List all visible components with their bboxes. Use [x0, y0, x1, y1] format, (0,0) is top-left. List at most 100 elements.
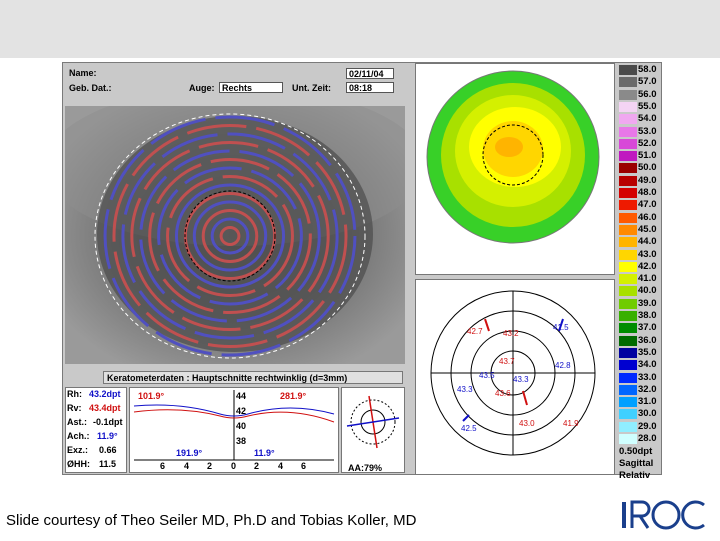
scale-mode: Sagittal [619, 458, 654, 470]
scale-label: 40.0 [638, 285, 657, 297]
scale-swatch [619, 372, 637, 383]
rv-label: Rv: [67, 403, 82, 413]
scale-swatch [619, 65, 637, 75]
placido-rings-graphic [65, 106, 405, 364]
time-field[interactable]: 08:18 [346, 82, 394, 93]
scale-swatch [619, 237, 637, 248]
topography-window: Name: Geb. Dat.: Auge: Rechts 02/11/04 U… [62, 62, 662, 481]
scale-label: 39.0 [638, 297, 657, 309]
angle-blue-right: 11.9° [254, 448, 275, 458]
scale-swatch [619, 212, 637, 223]
axis-mini-dial: AA:79% [341, 387, 405, 473]
k-value-red: 42.7 [467, 327, 483, 336]
ast-value: -0.1dpt [93, 417, 123, 427]
rh-value: 43.2dpt [89, 389, 121, 399]
k-value-blue: 42.8 [555, 361, 571, 370]
scale-swatch [619, 286, 637, 297]
name-label: Name: [69, 68, 97, 78]
aa-value: AA:79% [348, 463, 383, 473]
slide-credit: Slide courtesy of Theo Seiler MD, Ph.D a… [6, 512, 417, 529]
profile-xtick: 4 [278, 461, 284, 471]
scale-swatch [619, 298, 637, 309]
ast-label: Ast.: [67, 417, 87, 427]
scale-label: 52.0 [638, 137, 657, 149]
scale-label: 41.0 [638, 273, 657, 285]
scale-label: 30.0 [638, 408, 657, 420]
k-value-red: 43.6 [495, 389, 511, 398]
keratometry-map-panel: 42.7 43.2 43.7 43.6 43.0 41.9 41.5 42.8 … [415, 279, 615, 475]
scale-swatch [619, 126, 637, 137]
scale-swatch [619, 175, 637, 186]
scale-label: 44.0 [638, 236, 657, 248]
profile-xtick: 0 [231, 461, 237, 471]
k-value-blue: 43.3 [513, 375, 529, 384]
scale-label: 53.0 [638, 125, 657, 137]
scale-label: 54.0 [638, 113, 657, 125]
scale-label: 51.0 [638, 150, 657, 162]
scale-label: 31.0 [638, 396, 657, 408]
scale-swatch [619, 224, 637, 235]
k-value-blue: 41.5 [553, 323, 569, 332]
scale-swatch [619, 311, 637, 321]
scale-swatch [619, 188, 637, 198]
k-value-red: 43.0 [519, 419, 535, 428]
angle-red-left: 101.9° [138, 391, 165, 401]
ach-label: Ach.: [67, 431, 90, 441]
scale-label: 29.0 [638, 420, 657, 432]
scale-label: 32.0 [638, 383, 657, 395]
placido-eye-image [65, 106, 405, 364]
profile-xtick: 4 [184, 461, 190, 471]
scale-swatch [619, 151, 637, 162]
k-value-red: 43.2 [503, 329, 519, 338]
angle-blue-left: 191.9° [176, 448, 203, 458]
scale-label: 47.0 [638, 199, 657, 211]
scale-swatch [619, 434, 637, 444]
profile-xtick: 6 [301, 461, 307, 471]
scale-swatch [619, 163, 637, 174]
k-value-red: 43.7 [499, 357, 515, 366]
topography-map [426, 70, 600, 244]
date-field[interactable]: 02/11/04 [346, 68, 394, 79]
scale-label: 57.0 [638, 76, 657, 88]
keratometer-panel: Keratometerdaten : Hauptschnitte rechtwi… [63, 369, 407, 474]
scale-swatch [619, 397, 637, 408]
topography-map-panel [415, 63, 615, 275]
scale-swatch [619, 384, 637, 395]
eye-label: Auge: [189, 83, 215, 93]
scale-label: 33.0 [638, 371, 657, 383]
scale-label: 43.0 [638, 248, 657, 260]
eye-field[interactable]: Rechts [219, 82, 283, 93]
iroc-logo [620, 494, 712, 536]
scale-label: 55.0 [638, 100, 657, 112]
angle-red-right: 281.9° [280, 391, 307, 401]
scale-label: 28.0 [638, 433, 657, 444]
ohh-value: 11.5 [99, 459, 117, 469]
ach-value: 11.9° [97, 431, 118, 441]
scale-label: 58.0 [638, 64, 657, 75]
profile-ytick: 42 [236, 406, 247, 416]
scale-label: 48.0 [638, 187, 657, 198]
scale-swatch [619, 249, 637, 260]
profile-xtick: 2 [254, 461, 260, 471]
profile-graph: 101.9° 281.9° 191.9° 11.9° 44 42 40 38 6… [129, 387, 339, 473]
scale-label: 42.0 [638, 260, 657, 272]
scale-label: 46.0 [638, 211, 657, 223]
scale-swatch [619, 347, 637, 358]
scale-swatch [619, 274, 637, 285]
exz-label: Exz.: [67, 445, 89, 455]
k-value-blue: 43.3 [457, 385, 473, 394]
rv-value: 43.4dpt [89, 403, 121, 413]
scale-swatch [619, 421, 637, 432]
scale-label: 56.0 [638, 88, 657, 100]
scale-type: Relativ [619, 470, 651, 482]
scale-label: 37.0 [638, 322, 657, 334]
scale-swatch [619, 335, 637, 346]
k-value-blue: 42.5 [461, 424, 477, 433]
kerato-title: Keratometerdaten : Hauptschnitte rechtwi… [107, 373, 348, 383]
time-label: Unt. Zeit: [292, 83, 331, 93]
scale-label: 50.0 [638, 162, 657, 174]
scale-swatch [619, 409, 637, 420]
dob-label: Geb. Dat.: [69, 83, 112, 93]
scale-swatch [619, 323, 637, 334]
rh-label: Rh: [67, 389, 82, 399]
